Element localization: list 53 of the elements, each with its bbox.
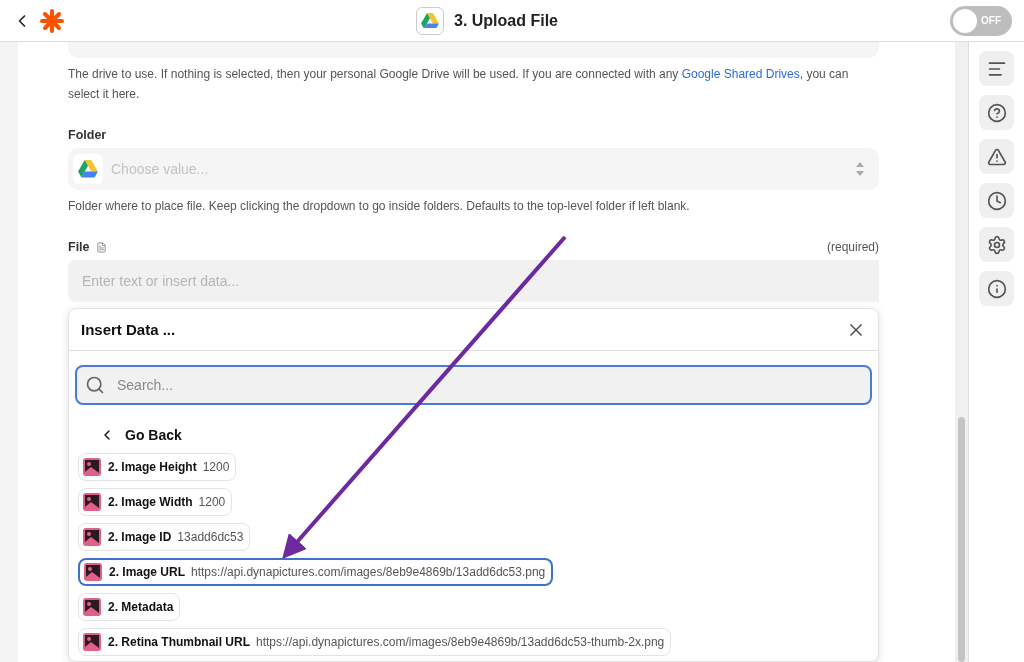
field-label: Folder (68, 128, 107, 142)
item-value: https://api.dynapictures.com/images/8eb9e4869b/13add6dc53-thumb-2x.png (256, 635, 665, 649)
step-title: 3. Upload File (454, 11, 558, 30)
image-icon (82, 457, 102, 477)
sort-icon (855, 161, 865, 177)
field-label: File (68, 240, 90, 254)
sidebar-button[interactable] (979, 139, 1014, 174)
item-value: 1200 (198, 495, 226, 509)
data-item[interactable]: 2. Image ID 13add6dc53 (78, 523, 251, 551)
scrollbar-thumb[interactable] (958, 417, 965, 662)
file-input-field[interactable]: Enter text or insert data... (68, 260, 879, 302)
panel-title: Insert Data ... (81, 321, 177, 338)
settings-icon (986, 234, 1007, 255)
image-icon (82, 597, 102, 617)
item-value: 1200 (202, 460, 230, 474)
item-name: 2. Metadata (108, 600, 174, 614)
folder-help-text: Folder where to place file. Keep clicking the dropdown to go inside folders. Defaults to the top-level folder if left blank. (68, 198, 691, 215)
sidebar-button[interactable] (979, 227, 1014, 262)
required-note: (required) (826, 240, 879, 254)
item-value: https://api.dynapictures.com/images/8eb9e4869b/13add6dc53.png (191, 565, 546, 579)
document-icon (95, 241, 107, 253)
image-icon (82, 492, 102, 512)
drive-icon (78, 160, 98, 178)
item-name: 2. Image ID (108, 530, 172, 544)
drive-icon (421, 12, 439, 29)
drive-help-text: The drive to use. If nothing is selected, then your personal Google Drive will be used. If you are connected with any Google Shared Drives, you can select it here. (68, 66, 850, 103)
go-back-button[interactable]: Go Back (99, 427, 878, 443)
item-name: 2. Image Width (108, 495, 193, 509)
shared-drives-link[interactable]: Google Shared Drives (681, 67, 800, 81)
sidebar-button[interactable] (979, 51, 1014, 86)
item-value: 13add6dc53 (177, 530, 244, 544)
item-name: 2. Image URL (109, 565, 186, 579)
item-name: 2. Image Height (108, 460, 197, 474)
data-item[interactable]: 2. Metadata (78, 593, 181, 621)
sidebar-button[interactable] (979, 271, 1014, 306)
info-icon (986, 278, 1007, 299)
sidebar-button[interactable] (979, 95, 1014, 130)
data-item[interactable]: 2. Image URL https://api.dynapictures.com/images/8eb9e4869b/13add6dc53.png (78, 558, 554, 586)
warning-icon (986, 146, 1007, 167)
search-icon (85, 375, 105, 395)
help-icon (986, 102, 1007, 123)
image-icon (82, 527, 102, 547)
sidebar-button[interactable] (979, 183, 1014, 218)
image-icon (83, 562, 103, 582)
data-item[interactable]: 2. Image Height 1200 (78, 453, 237, 481)
data-item[interactable]: 2. Image Width 1200 (78, 488, 233, 516)
clock-icon (986, 190, 1007, 211)
data-item[interactable]: 2. Retina Thumbnail URL https://api.dynapictures.com/images/8eb9e4869b/13add6dc53-thumb-2x.png (78, 628, 672, 656)
image-icon (82, 632, 102, 652)
drive-field[interactable] (68, 42, 879, 58)
search-field[interactable]: Search... (75, 365, 872, 405)
asterisk-logo-icon (40, 8, 64, 33)
item-name: 2. Retina Thumbnail URL (108, 635, 250, 649)
